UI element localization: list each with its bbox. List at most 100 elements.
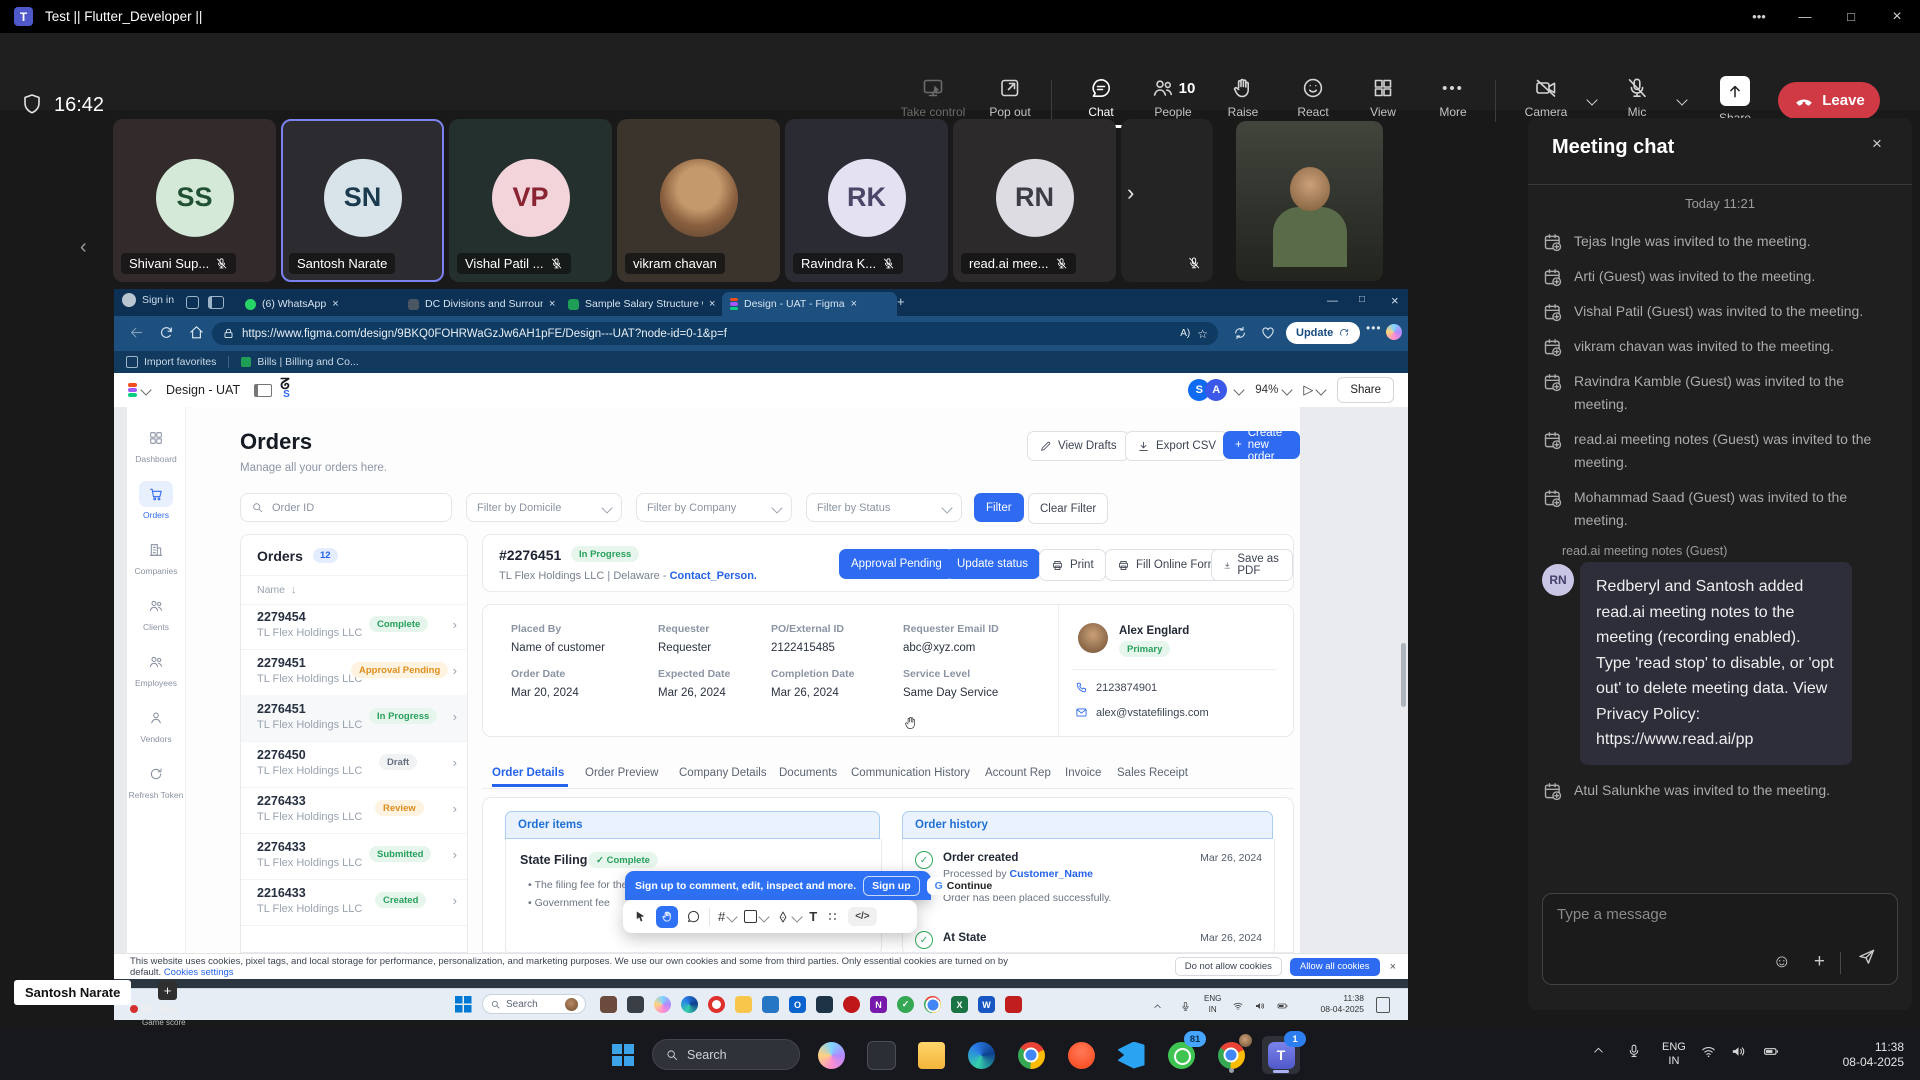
- participant-tile-partial[interactable]: [1121, 119, 1213, 282]
- camera-button[interactable]: Camera: [1516, 76, 1576, 119]
- shape-tool-icon[interactable]: [744, 910, 768, 923]
- cookie-close-icon[interactable]: ×: [1390, 961, 1396, 973]
- shared-start-icon[interactable]: [455, 996, 472, 1013]
- order-row[interactable]: 2276433TL Flex Holdings LLC Submitted ›: [241, 833, 467, 880]
- presenter-add-icon[interactable]: +: [158, 981, 177, 1000]
- copilot-icon[interactable]: [1386, 324, 1402, 340]
- figma-menu-button[interactable]: [128, 383, 150, 397]
- filter-status-select[interactable]: Filter by Status: [806, 493, 962, 522]
- shared-search-box[interactable]: Search: [482, 994, 586, 1014]
- shared-todo-icon[interactable]: ✓: [897, 996, 914, 1013]
- sidebar-item-companies[interactable]: Companies: [135, 537, 178, 576]
- tab-invoice[interactable]: Invoice: [1065, 767, 1101, 779]
- taskbar-chrome[interactable]: [1012, 1036, 1050, 1074]
- shared-app-icon[interactable]: [762, 996, 779, 1013]
- hand-tool-icon[interactable]: [656, 906, 678, 928]
- shared-tray-chevron-icon[interactable]: [1152, 999, 1163, 1017]
- taskbar-copilot[interactable]: [812, 1036, 850, 1074]
- raise-hand-button[interactable]: Raise: [1212, 76, 1274, 119]
- browser-close-icon[interactable]: ×: [1391, 293, 1399, 308]
- cookie-settings-link[interactable]: Cookies settings: [164, 967, 234, 978]
- react-button[interactable]: React: [1282, 76, 1344, 119]
- tray-mic-icon[interactable]: [1626, 1043, 1642, 1064]
- browser-profile-button[interactable]: Sign in: [122, 293, 174, 307]
- window-maximize-button[interactable]: □: [1828, 0, 1874, 33]
- shared-app-icon[interactable]: [816, 996, 833, 1013]
- filter-button[interactable]: Filter: [974, 493, 1024, 522]
- vertical-tabs-icon[interactable]: [208, 296, 224, 309]
- sidebar-item-vendors[interactable]: Vendors: [139, 705, 173, 744]
- browser-scrollbar[interactable]: [1401, 643, 1406, 707]
- emoji-icon[interactable]: ☺: [1773, 951, 1791, 972]
- sidebar-item-employees[interactable]: Employees: [135, 649, 177, 688]
- start-button[interactable]: [612, 1044, 634, 1066]
- taskbar-explorer[interactable]: [912, 1036, 950, 1074]
- shared-copilot-icon[interactable]: [654, 996, 671, 1013]
- camera-chevron-icon[interactable]: [1586, 94, 1597, 105]
- order-row[interactable]: 2279454TL Flex Holdings LLC Complete ›: [241, 603, 467, 650]
- participant-tile[interactable]: VP Vishal Patil ...: [449, 119, 612, 282]
- bookmark-bills[interactable]: Bills | Billing and Co...: [241, 356, 358, 368]
- mic-chevron-icon[interactable]: [1676, 94, 1687, 105]
- browser-minimize-icon[interactable]: —: [1327, 295, 1338, 307]
- send-icon[interactable]: [1856, 946, 1877, 972]
- people-button[interactable]: 10 People: [1138, 76, 1208, 119]
- participant-tile-video[interactable]: vikram chavan: [617, 119, 780, 282]
- more-button[interactable]: ••• More: [1422, 76, 1484, 119]
- order-row[interactable]: 2276433TL Flex Holdings LLC Review ›: [241, 787, 467, 834]
- sync-icon[interactable]: [1232, 325, 1248, 346]
- clear-filter-button[interactable]: Clear Filter: [1028, 493, 1108, 524]
- browser-tab-salary-sheet[interactable]: Sample Salary Structure with calc ×: [560, 292, 731, 316]
- taskbar-chrome-profile[interactable]: [1212, 1036, 1250, 1074]
- view-button[interactable]: View: [1352, 76, 1414, 119]
- tab-sales-receipt[interactable]: Sales Receipt: [1117, 767, 1188, 779]
- browser-restore-icon[interactable]: □: [1359, 294, 1365, 305]
- participant-tile[interactable]: RN read.ai mee...: [953, 119, 1116, 282]
- shared-mcafee-icon[interactable]: [843, 996, 860, 1013]
- mic-button[interactable]: Mic: [1612, 76, 1662, 119]
- shared-language-indicator[interactable]: ENGIN: [1204, 993, 1221, 1015]
- window-minimize-button[interactable]: —: [1782, 0, 1828, 33]
- favorite-star-icon[interactable]: ☆: [1197, 327, 1208, 341]
- bookmark-import-favorites[interactable]: Import favorites: [126, 356, 216, 368]
- tab-account-rep[interactable]: Account Rep: [985, 767, 1051, 779]
- taskbar-edge[interactable]: [962, 1036, 1000, 1074]
- taskbar-search[interactable]: Search: [652, 1039, 800, 1070]
- tray-volume-icon[interactable]: [1730, 1043, 1747, 1065]
- dev-mode-toggle[interactable]: </>: [848, 907, 876, 926]
- filmstrip-prev-icon[interactable]: ‹: [80, 236, 87, 259]
- attach-plus-icon[interactable]: +: [1814, 951, 1825, 973]
- figma-doc-title[interactable]: Design - UAT: [166, 383, 240, 397]
- tab-actions-icon[interactable]: [186, 296, 199, 309]
- browser-tab-dc-divisions[interactable]: DC Divisions and Surroundings ×: [400, 292, 570, 316]
- browser-essentials-icon[interactable]: [1260, 325, 1276, 346]
- home-icon[interactable]: [188, 324, 205, 346]
- sidebar-item-clients[interactable]: Clients: [139, 593, 173, 632]
- pen-tool-icon[interactable]: [776, 910, 801, 924]
- create-new-order-button[interactable]: +Create new order: [1223, 431, 1300, 459]
- zoom-control[interactable]: 94%: [1255, 384, 1291, 396]
- figma-share-button[interactable]: Share: [1337, 377, 1394, 403]
- text-tool-icon[interactable]: T: [809, 909, 817, 924]
- tray-battery-icon[interactable]: [1762, 1043, 1780, 1065]
- tab-order-details[interactable]: Order Details: [492, 767, 564, 779]
- tab-company-details[interactable]: Company Details: [679, 767, 767, 779]
- order-row-selected[interactable]: 2276451TL Flex Holdings LLC In Progress …: [241, 695, 467, 742]
- shared-app-icon[interactable]: [600, 996, 617, 1013]
- contact-person-link[interactable]: Contact_Person.: [670, 570, 757, 582]
- address-bar[interactable]: https://www.figma.com/design/9BKQ0FOHRWa…: [212, 322, 1218, 345]
- save-as-pdf-button[interactable]: Save as PDF: [1211, 549, 1293, 581]
- back-icon[interactable]: [128, 324, 145, 346]
- tray-wifi-icon[interactable]: [1700, 1043, 1717, 1065]
- taskbar-teams-active[interactable]: T 1: [1262, 1036, 1300, 1074]
- leave-button[interactable]: Leave: [1778, 82, 1880, 119]
- shared-chrome-icon[interactable]: [924, 996, 941, 1013]
- tab-close-icon[interactable]: ×: [709, 298, 715, 310]
- shared-onenote-icon[interactable]: N: [870, 996, 887, 1013]
- frame-tool-icon[interactable]: #: [718, 909, 736, 924]
- shared-outlook-icon[interactable]: O: [789, 996, 806, 1013]
- taskbar-whatsapp[interactable]: 81: [1162, 1036, 1200, 1074]
- sidebar-item-orders[interactable]: Orders: [139, 481, 173, 520]
- tab-close-icon[interactable]: ×: [549, 298, 555, 310]
- order-row[interactable]: 2279451TL Flex Holdings LLC Approval Pen…: [241, 649, 467, 696]
